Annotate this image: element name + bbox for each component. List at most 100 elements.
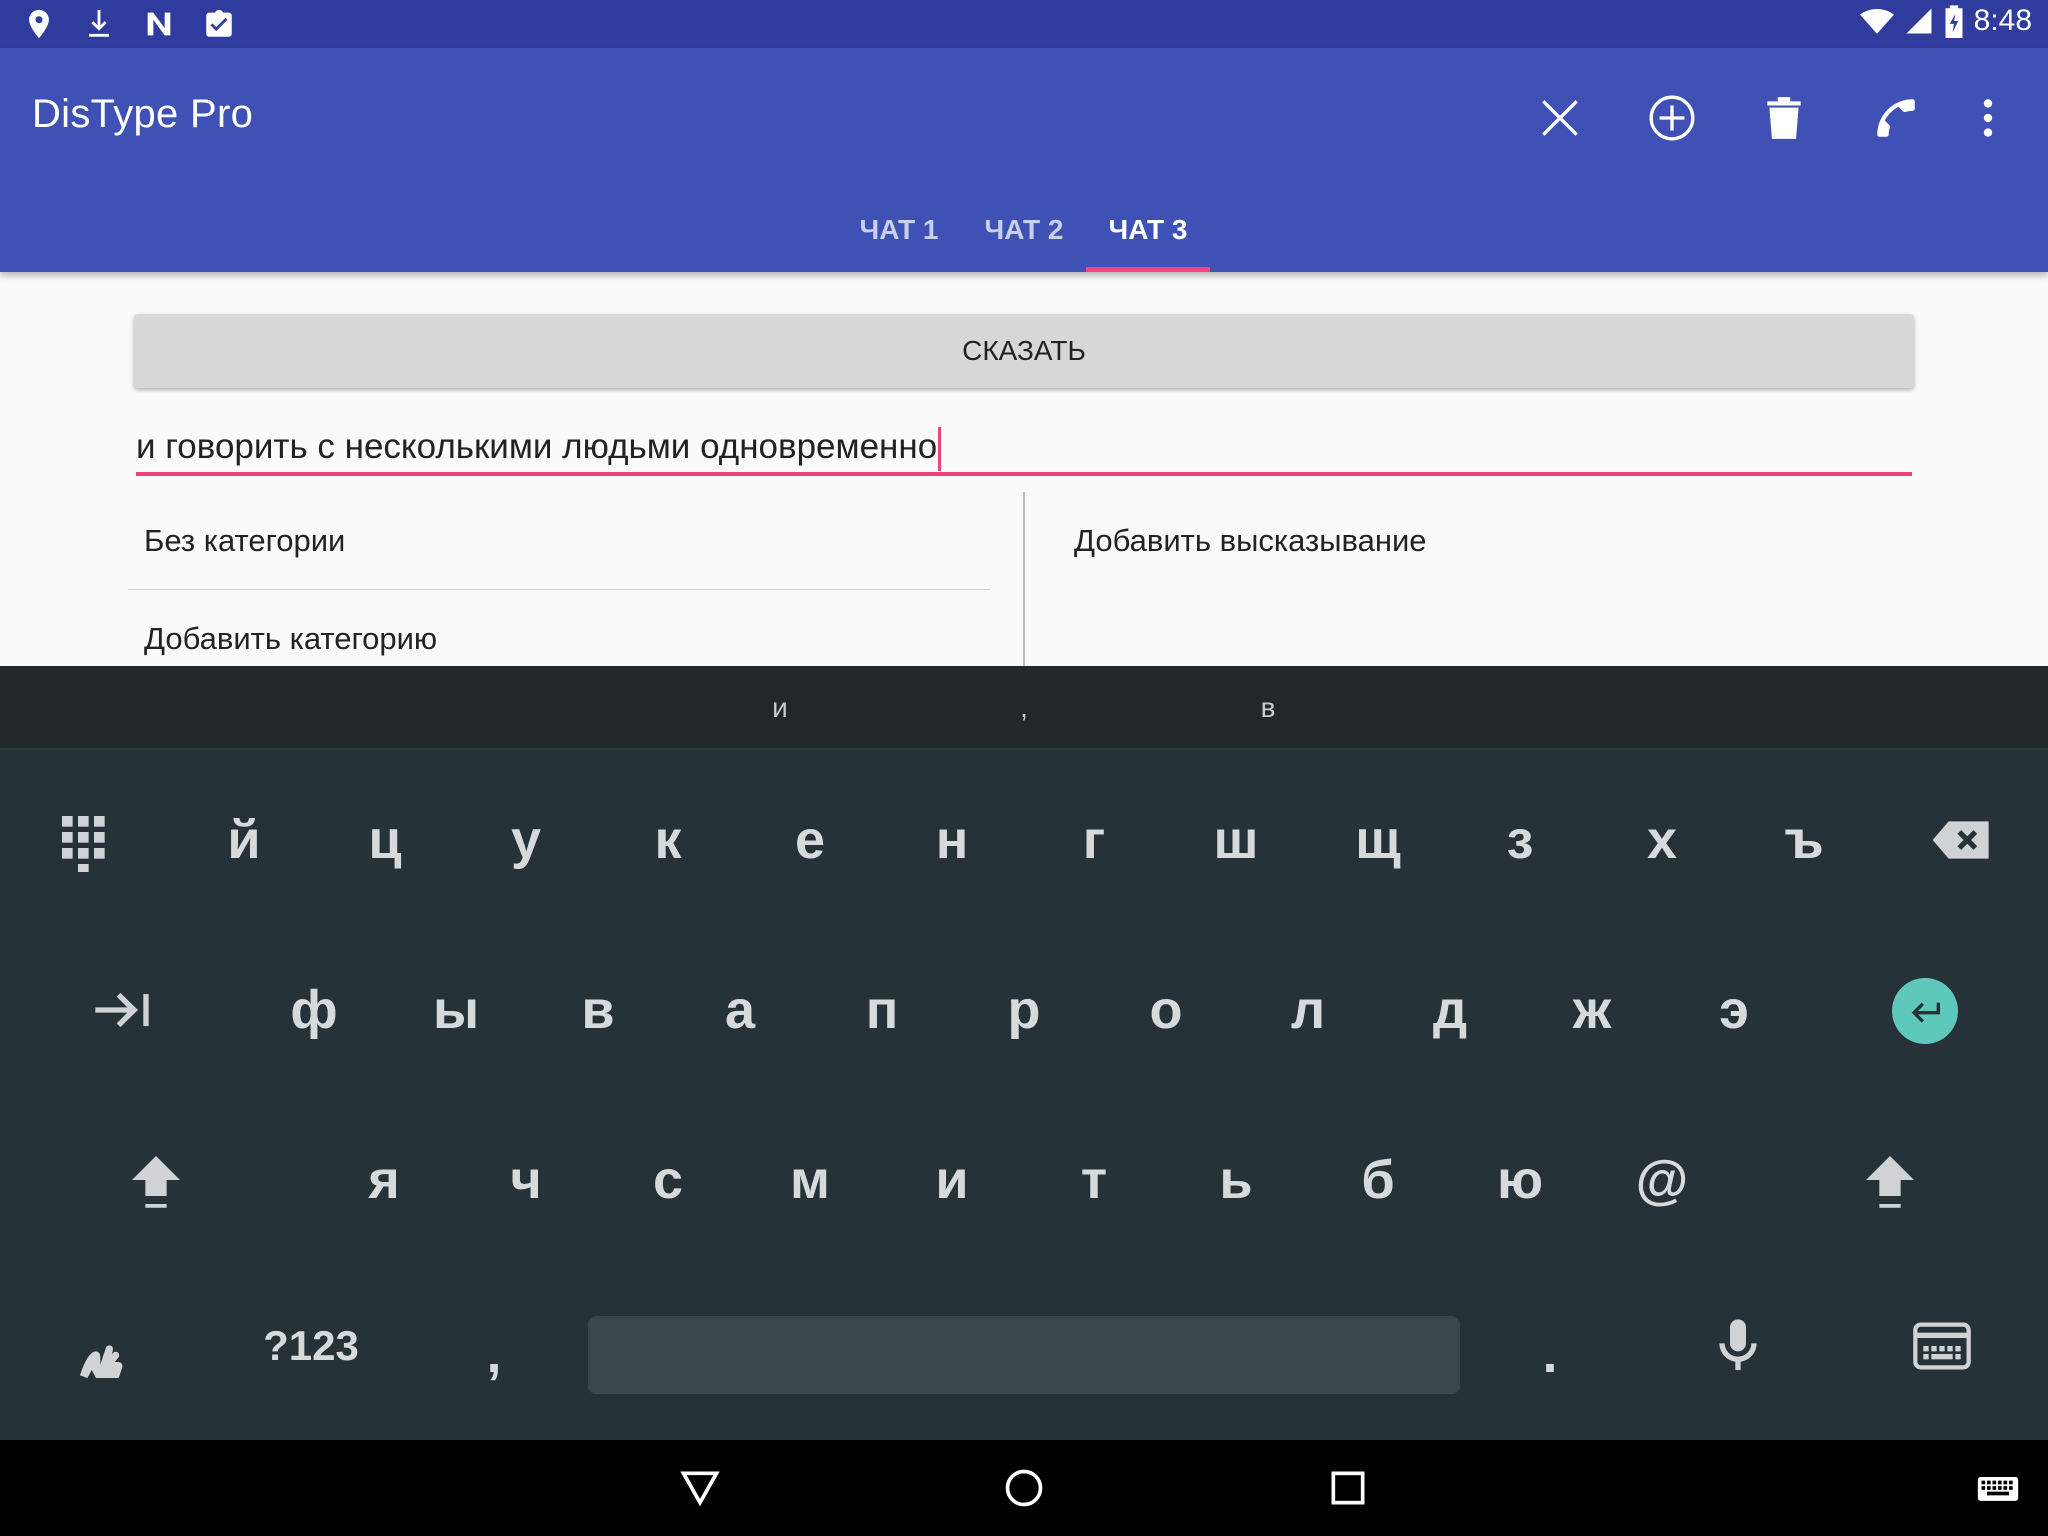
key-ь[interactable]: ь [1176,1120,1296,1240]
key-б[interactable]: б [1318,1120,1438,1240]
clock: 8:48 [1973,4,2032,37]
mic-key[interactable] [1678,1286,1798,1406]
text-caret [938,426,942,471]
overflow-menu-button[interactable] [1948,78,2028,158]
keyboard-switch-key[interactable] [1882,1286,2002,1406]
key-х[interactable]: х [1602,780,1722,900]
key-в[interactable]: в [538,950,658,1070]
key-ъ[interactable]: ъ [1744,780,1864,900]
clear-button[interactable] [1520,78,1600,158]
key-ю[interactable]: ю [1460,1120,1580,1240]
shift-left-key[interactable] [96,1120,216,1240]
suggestion-1[interactable]: и [680,666,880,750]
download-icon [89,9,109,37]
key-г[interactable]: г [1034,780,1154,900]
key-м[interactable]: м [750,1120,870,1240]
key-at[interactable]: @ [1602,1120,1722,1240]
add-phrase-item[interactable]: Добавить высказывание [1060,492,1960,590]
key-я[interactable]: я [324,1120,444,1240]
key-т[interactable]: т [1034,1120,1154,1240]
key-л[interactable]: л [1248,950,1368,1070]
trash-icon [1767,97,1801,139]
recents-button[interactable] [1318,1458,1378,1518]
close-icon [1542,100,1578,136]
status-bar: 8:48 [0,0,2048,48]
say-button[interactable]: СКАЗАТЬ [134,314,1914,388]
key-о[interactable]: о [1106,950,1226,1070]
key-д[interactable]: д [1390,950,1510,1070]
key-ц[interactable]: ц [325,780,445,900]
keyboard-icon [1913,1322,1971,1370]
status-right: 8:48 [1859,4,2032,38]
emoji-grid-key[interactable] [26,780,146,900]
suggestion-strip: и , в [0,666,2048,750]
phone-icon [1877,99,1915,137]
utterance-input[interactable]: и говорить с несколькими людьми одноврем… [136,420,1912,476]
call-button[interactable] [1856,78,1936,158]
key-с[interactable]: с [608,1120,728,1240]
app-title: DisType Pro [32,92,254,136]
key-з[interactable]: з [1460,780,1580,900]
back-button[interactable] [670,1458,730,1518]
utterance-text: и говорить с несколькими людьми одноврем… [136,427,938,466]
key-ш[interactable]: ш [1176,780,1296,900]
recents-square-icon [1331,1471,1365,1505]
backspace-icon [1932,821,1989,859]
keypad-grid-icon [62,816,105,872]
swipe-hand-icon [80,1345,123,1378]
return-arrow-icon [1911,1002,1940,1023]
key-э[interactable]: э [1674,950,1794,1070]
key-и[interactable]: и [892,1120,1012,1240]
wifi-icon [1859,8,1894,34]
key-щ[interactable]: щ [1318,780,1438,900]
key-ч[interactable]: ч [466,1120,586,1240]
tab-arrow-icon [95,992,149,1028]
suggestion-2[interactable]: , [924,666,1124,750]
chat-tabs: ЧАТ 1 ЧАТ 2 ЧАТ 3 [0,188,2048,272]
key-р[interactable]: р [964,950,1084,1070]
period-key[interactable]: . [1490,1294,1610,1414]
key-ы[interactable]: ы [396,950,516,1070]
clipboard-check-icon [206,9,232,37]
tab-chat-1[interactable]: ЧАТ 1 [840,188,958,272]
list-divider [1023,492,1025,666]
app-bar: DisType Pro ЧАТ 1 ЧАТ 2 ЧАТ 3 [0,48,2048,272]
location-pin-icon [29,9,49,39]
category-list: Без категории Добавить категорию [128,492,990,666]
key-у[interactable]: у [466,780,586,900]
ime-switch-button[interactable] [1968,1458,2028,1518]
key-а[interactable]: а [680,950,800,1070]
tab-key[interactable] [62,950,182,1070]
home-button[interactable] [994,1458,1054,1518]
status-left-icons [22,6,236,42]
tab-chat-3[interactable]: ЧАТ 3 [1086,188,1210,272]
symbols-key[interactable]: ?123 [246,1286,376,1406]
microphone-icon [1719,1319,1757,1370]
keyboard-icon [1977,1477,2019,1501]
add-circle-icon [1649,95,1695,141]
backspace-key[interactable] [1902,780,2022,900]
shift-right-key[interactable] [1830,1120,1950,1240]
n-badge-icon [147,12,171,36]
gesture-key[interactable] [44,1294,164,1414]
navigation-bar [0,1440,2048,1536]
key-п[interactable]: п [822,950,942,1070]
shift-icon [1866,1156,1914,1208]
home-circle-icon [1005,1469,1043,1507]
tab-chat-2[interactable]: ЧАТ 2 [964,188,1084,272]
key-ф[interactable]: ф [254,950,374,1070]
signal-icon [1906,8,1932,34]
key-к[interactable]: к [608,780,728,900]
key-й[interactable]: й [184,780,304,900]
add-chat-button[interactable] [1632,78,1712,158]
comma-key[interactable]: , [434,1294,554,1414]
key-е[interactable]: е [750,780,870,900]
battery-charging-icon [1945,5,1963,38]
enter-key[interactable] [1892,978,1958,1044]
suggestion-3[interactable]: в [1168,666,1368,750]
delete-chat-button[interactable] [1744,78,1824,158]
key-ж[interactable]: ж [1532,950,1652,1070]
key-н[interactable]: н [892,780,1012,900]
space-key[interactable] [588,1316,1460,1394]
category-item[interactable]: Без категории [128,492,990,590]
